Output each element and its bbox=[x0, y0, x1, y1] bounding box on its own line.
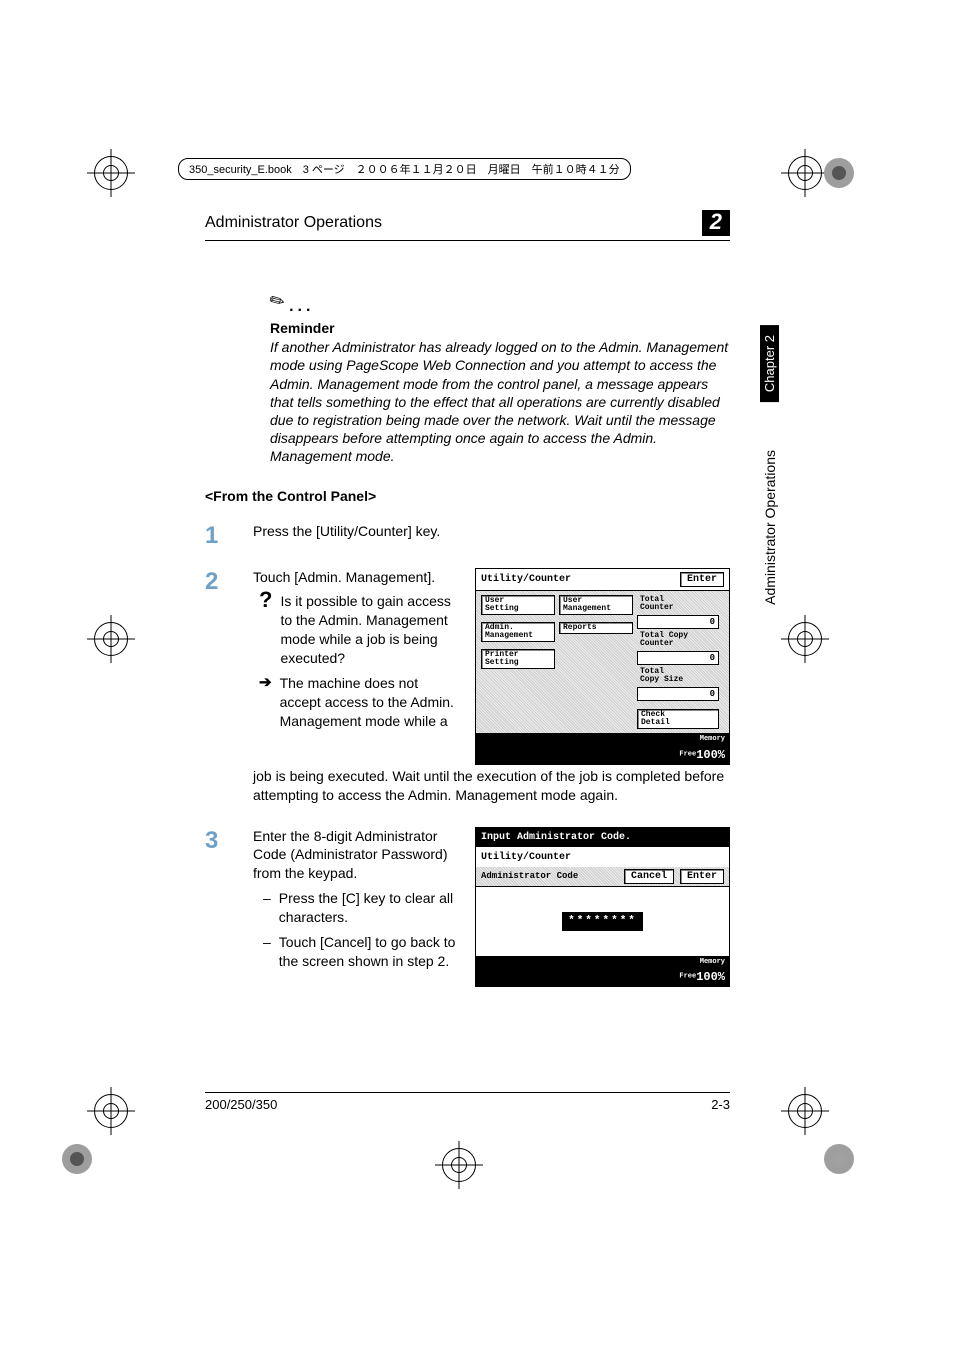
step-2-answer-part1: The machine does not accept access to th… bbox=[280, 674, 459, 731]
reminder-icon-row: ✎... bbox=[270, 291, 730, 316]
reg-mark-circle bbox=[94, 156, 128, 190]
lcd1-total-copy-counter-value: 0 bbox=[637, 651, 719, 665]
lcd2-cancel-button[interactable]: Cancel bbox=[624, 869, 674, 885]
lcd1-printer-setting-button[interactable]: Printer Setting bbox=[481, 649, 555, 669]
lcd2-title: Input Administrator Code. bbox=[476, 828, 729, 848]
lcd1-title: Utility/Counter bbox=[481, 573, 571, 587]
lcd1-total-copy-counter-label: Total Copy Counter bbox=[637, 631, 719, 649]
step-1: 1 Press the [Utility/Counter] key. bbox=[205, 522, 730, 550]
section-heading: <From the Control Panel> bbox=[205, 488, 730, 504]
question-icon: ? bbox=[259, 592, 272, 668]
lcd1-reports-button[interactable]: Reports bbox=[559, 622, 633, 634]
step-2-question: Is it possible to gain access to the Adm… bbox=[280, 592, 459, 668]
dash-icon: – bbox=[259, 933, 271, 971]
reg-dot bbox=[824, 158, 854, 188]
footer-model: 200/250/350 bbox=[205, 1097, 277, 1112]
dash-icon: – bbox=[259, 889, 271, 927]
lcd2-footer: Memory Free100% bbox=[476, 956, 729, 986]
lcd-utility-counter: Utility/Counter Enter User Setting Admin… bbox=[475, 568, 730, 765]
reg-mark-circle bbox=[94, 622, 128, 656]
reminder-body: If another Administrator has already log… bbox=[270, 338, 730, 465]
lcd1-admin-management-button[interactable]: Admin. Management bbox=[481, 622, 555, 642]
lcd1-total-copy-size-value: 0 bbox=[637, 687, 719, 701]
lcd1-total-counter-label: Total Counter bbox=[637, 595, 719, 613]
step-2-number: 2 bbox=[205, 568, 225, 805]
step-2: 2 Touch [Admin. Management]. ? Is it pos… bbox=[205, 568, 730, 805]
lcd1-user-management-button[interactable]: User Management bbox=[559, 595, 633, 615]
side-section-label: Administrator Operations bbox=[760, 440, 780, 615]
chapter-badge: 2 bbox=[702, 210, 730, 236]
reg-mark-circle bbox=[788, 1094, 822, 1128]
reg-dot bbox=[824, 1144, 854, 1174]
pencil-icon: ✎ bbox=[266, 289, 290, 315]
reg-mark-circle bbox=[94, 1094, 128, 1128]
step-3: 3 Enter the 8-digit Administrator Code (… bbox=[205, 827, 730, 988]
reg-dot bbox=[62, 1144, 92, 1174]
lcd2-code-label: Administrator Code bbox=[481, 870, 578, 882]
lcd1-check-detail-button[interactable]: Check Detail bbox=[637, 709, 719, 729]
header-title: Administrator Operations bbox=[205, 214, 382, 232]
reminder-label: Reminder bbox=[270, 320, 730, 336]
lcd1-total-counter-value: 0 bbox=[637, 615, 719, 629]
file-header: 350_security_E.book 3 ページ ２００６年１１月２０日 月曜… bbox=[178, 158, 631, 180]
lcd2-enter-button[interactable]: Enter bbox=[680, 869, 724, 885]
lcd1-enter-button[interactable]: Enter bbox=[680, 572, 724, 588]
dots-icon: ... bbox=[289, 298, 314, 315]
side-chapter-tab: Chapter 2 bbox=[760, 325, 779, 402]
step-1-number: 1 bbox=[205, 522, 225, 550]
lcd2-code-field[interactable]: ******** bbox=[562, 912, 643, 931]
lcd1-footer: Memory Free100% bbox=[476, 733, 729, 763]
reg-mark-circle bbox=[442, 1148, 476, 1182]
reg-mark-circle bbox=[788, 622, 822, 656]
step-1-body: Press the [Utility/Counter] key. bbox=[253, 522, 730, 550]
step-3-number: 3 bbox=[205, 827, 225, 988]
lcd1-total-copy-size-label: Total Copy Size bbox=[637, 667, 719, 685]
step-3-sub1: Press the [C] key to clear all character… bbox=[279, 889, 459, 927]
page-footer: 200/250/350 2-3 bbox=[205, 1092, 730, 1112]
arrow-icon: ➔ bbox=[259, 674, 272, 731]
step-2-answer-continued: job is being executed. Wait until the ex… bbox=[253, 767, 730, 805]
step-3-text: Enter the 8-digit Administrator Code (Ad… bbox=[253, 827, 459, 884]
reg-mark-circle bbox=[788, 156, 822, 190]
lcd2-subtitle: Utility/Counter bbox=[476, 847, 729, 867]
lcd-admin-code: Input Administrator Code. Utility/Counte… bbox=[475, 827, 730, 988]
step-3-sub2: Touch [Cancel] to go back to the screen … bbox=[279, 933, 459, 971]
step-2-text: Touch [Admin. Management]. bbox=[253, 568, 459, 587]
lcd1-user-setting-button[interactable]: User Setting bbox=[481, 595, 555, 615]
footer-page: 2-3 bbox=[711, 1097, 730, 1112]
page-header-row: Administrator Operations 2 bbox=[205, 210, 730, 241]
